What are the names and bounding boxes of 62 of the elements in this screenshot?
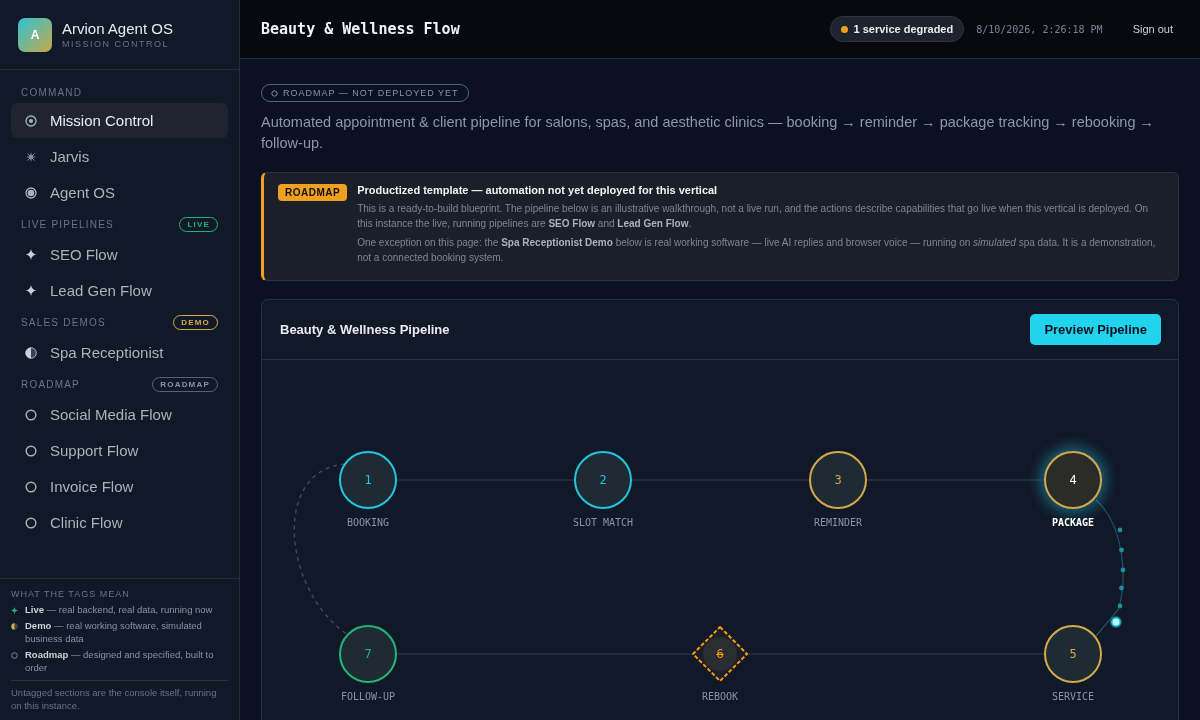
section-title: SALES DEMOS <box>21 317 106 328</box>
notice-title: Productized template — automation not yet deployed for this vertical <box>357 184 719 197</box>
circle-icon <box>25 480 37 493</box>
circle-icon <box>11 651 18 659</box>
preview-button[interactable]: Preview Pipeline <box>1030 314 1161 346</box>
description: Automated appointment & client pipeline for salons, spas, and aesthetic clinics — booking → reminder → package tracking → rebooking → follow-up. <box>261 113 1156 153</box>
sidebar-item[interactable]: Mission Control <box>11 103 228 138</box>
radio-icon <box>25 186 37 199</box>
legend-note: Untagged sections are the console itself, running on this instance. <box>11 680 228 712</box>
sidebar-item[interactable]: Agent OS <box>11 175 228 210</box>
roadmap-badge: ROADMAP <box>278 184 348 202</box>
sidebar-item[interactable]: Invoice Flow <box>11 469 228 504</box>
notice-text: This is a ready-to-build blueprint. The pipeline below is an illustrative walkthrough, not a live run, and the actions describe capabilities that go live when this vertical is deployed. On this instance the live, running pipelines are SEO Flow and Lead Gen Flow. <box>357 202 1149 232</box>
node-label: BOOKING <box>346 517 390 529</box>
node-label: FOLLOW-UP <box>340 691 396 703</box>
status-pill[interactable]: 1 service degraded <box>829 16 965 42</box>
app-subtitle: MISSION CONTROL <box>62 39 170 49</box>
sidebar-item[interactable]: Support Flow <box>11 433 228 468</box>
sign-out-button[interactable]: Sign out <box>1126 19 1179 39</box>
circle-icon <box>271 89 278 97</box>
app-name: Arvion Agent OS <box>62 20 173 37</box>
section-title: COMMAND <box>21 87 83 98</box>
section-title: LIVE PIPELINES <box>21 219 114 230</box>
pipeline-node[interactable]: 4 <box>1044 451 1102 510</box>
sidebar-item[interactable]: Lead Gen Flow <box>11 273 228 308</box>
node-label: PACKAGE <box>1051 517 1095 529</box>
legend-title: WHAT THE TAGS MEAN <box>11 589 131 600</box>
circle-icon <box>25 408 37 421</box>
legend-text: Demo — real working software, simulated business data <box>25 620 203 646</box>
notice-text: One exception on this page: the Spa Receptionist Demo below is real working software — live AI replies and browser voice — running on simulated spa data. It is a demonstration, not a connected booking system. <box>357 236 1157 266</box>
section-title: ROADMAP <box>21 379 80 390</box>
pipeline-node[interactable]: 7 <box>339 625 397 684</box>
half-circle-icon <box>11 623 18 631</box>
sidebar-item[interactable]: Jarvis <box>11 139 228 174</box>
pipeline-node[interactable]: 3 <box>809 451 867 510</box>
node-label: SLOT MATCH <box>572 517 634 529</box>
star-icon <box>25 151 37 162</box>
legend-text: Live — real backend, real data, running now <box>25 604 213 618</box>
page-title: Beauty & Wellness Flow <box>261 20 461 38</box>
node-label: SERVICE <box>1051 691 1095 703</box>
circle-icon <box>25 444 37 457</box>
legend-text: Roadmap — designed and specified, built to order <box>25 648 215 675</box>
sparkle-icon <box>25 249 37 260</box>
card-title: Beauty & Wellness Pipeline <box>280 322 450 338</box>
pipeline-node[interactable]: 2 <box>574 451 632 510</box>
sparkle-icon <box>25 285 37 296</box>
pipeline-node[interactable]: 1 <box>339 451 397 510</box>
app-logo: A <box>18 17 52 52</box>
target-icon <box>25 114 37 127</box>
warning-dot-icon <box>840 25 848 33</box>
sparkle-icon <box>11 607 18 615</box>
node-label: REMINDER <box>813 517 863 529</box>
sidebar-item[interactable]: Clinic Flow <box>11 505 228 540</box>
half-circle-icon <box>25 346 37 359</box>
pipeline-node[interactable]: 5 <box>1044 625 1102 684</box>
sidebar-item[interactable]: Social Media Flow <box>11 397 228 432</box>
pipeline-node[interactable]: 6 <box>692 626 748 683</box>
circle-icon <box>25 516 37 529</box>
sidebar-item[interactable]: SEO Flow <box>11 237 228 272</box>
timestamp: 8/10/2026, 2:26:18 PM <box>976 23 1103 35</box>
node-label: REBOOK <box>701 691 739 703</box>
sidebar-item[interactable]: Spa Receptionist <box>11 335 228 370</box>
